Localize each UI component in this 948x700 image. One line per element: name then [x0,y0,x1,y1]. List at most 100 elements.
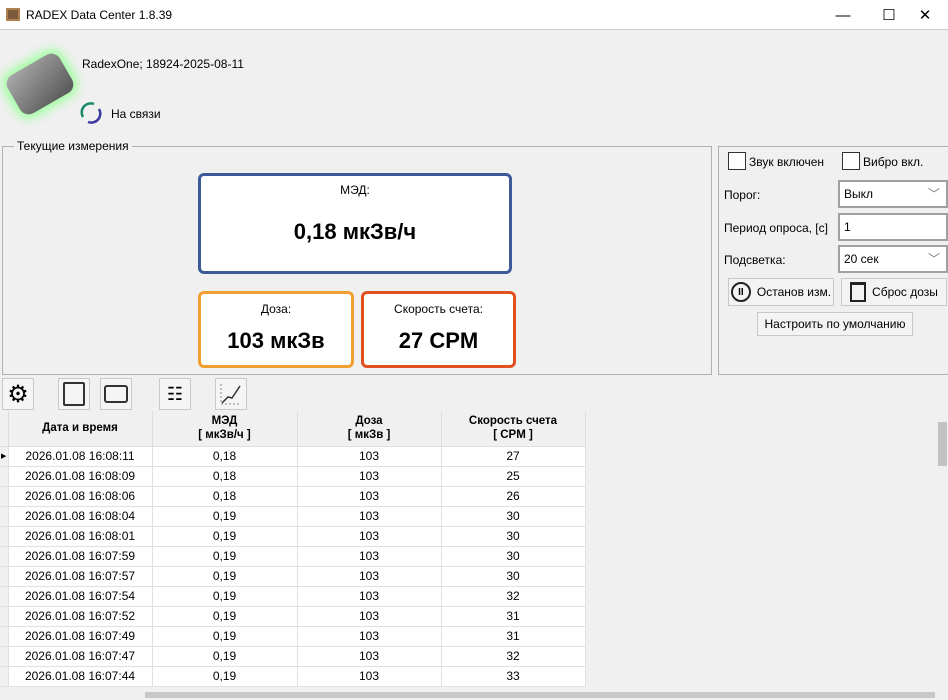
table-cell: 103 [297,566,442,587]
close-button[interactable]: ✕ [902,0,948,30]
measurements-table: Дата и время МЭД[ мкЗв/ч ] Доза[ мкЗв ] … [0,411,586,687]
pause-icon: II [730,282,751,302]
default-label: Настроить по умолчанию [764,317,906,331]
table-cell: 32 [441,586,586,607]
sound-checkbox[interactable] [728,152,746,170]
table-cell: 0,19 [152,586,298,607]
title-bar: RADEX Data Center 1.8.39 — ☐ ✕ [0,0,948,30]
stop-measurement-button[interactable]: II Останов изм. [728,278,834,306]
med-box: МЭД: 0,18 мкЗв/ч [198,173,512,274]
row-header[interactable] [0,466,9,487]
table-row[interactable]: 2026.01.08 16:07:57 0,19 103 30 [0,566,586,587]
h-scrollbar-thumb[interactable] [145,692,935,698]
table-cell: 103 [297,586,442,607]
sound-label: Звук включен [749,155,824,169]
table-cell: 2026.01.08 16:07:57 [8,566,153,587]
connection-status: На связи [111,107,161,121]
row-header[interactable] [0,606,9,627]
table-cell: 0,18 [152,446,298,467]
table-row[interactable]: 2026.01.08 16:07:52 0,19 103 31 [0,606,586,627]
rate-value: 27 CPM [398,328,479,353]
period-label: Период опроса, [с] [724,221,828,235]
table-cell: 103 [297,606,442,627]
table-row[interactable]: ▶ 2026.01.08 16:08:11 0,18 103 27 [0,446,586,467]
reset-dose-button[interactable]: Сброс дозы [841,278,947,306]
chart-icon [220,384,241,405]
period-value: 1 [844,220,851,234]
sliders-icon: ☷ [166,383,184,404]
table-cell: 30 [441,506,586,527]
table-cell: 30 [441,546,586,567]
save-button[interactable] [58,378,90,410]
table-cell: 0,18 [152,486,298,507]
table-cell: 2026.01.08 16:08:09 [8,466,153,487]
scrollbar-thumb[interactable] [938,422,947,466]
row-header[interactable] [0,506,9,527]
table-cell: 0,19 [152,626,298,647]
default-settings-button[interactable]: Настроить по умолчанию [757,312,913,336]
row-header[interactable] [0,626,9,647]
table-row[interactable]: 2026.01.08 16:07:44 0,19 103 33 [0,666,586,687]
device-image [3,49,77,119]
table-cell: 0,19 [152,606,298,627]
backlight-value: 20 сек [844,252,879,266]
vibro-label: Вибро вкл. [863,155,924,169]
save-icon [63,382,85,406]
backlight-select[interactable]: 20 сек ﹀ [838,245,948,273]
row-header[interactable] [0,586,9,607]
group-label: Текущие измерения [14,139,132,153]
table-row[interactable]: 2026.01.08 16:08:06 0,18 103 26 [0,486,586,507]
dose-label: Доза: [260,302,292,316]
reset-label: Сброс дозы [872,285,938,299]
table-cell: 0,19 [152,666,298,687]
row-header[interactable] [0,486,9,507]
minimize-button[interactable]: — [820,0,866,30]
table-row[interactable]: 2026.01.08 16:07:49 0,19 103 31 [0,626,586,647]
table-cell: 30 [441,566,586,587]
window-title: RADEX Data Center 1.8.39 [26,8,173,22]
chart-button[interactable] [215,378,247,410]
row-header[interactable] [0,666,9,687]
device-name: RadexOne; 18924-2025-08-11 [82,57,244,71]
row-header[interactable] [0,566,9,587]
col-header-dose[interactable]: Доза[ мкЗв ] [297,411,442,447]
med-label: МЭД: [340,183,370,197]
table-cell: 103 [297,446,442,467]
table-cell: 0,19 [152,646,298,667]
table-row[interactable]: 2026.01.08 16:08:04 0,19 103 30 [0,506,586,527]
table-cell: 103 [297,486,442,507]
row-header[interactable] [0,646,9,667]
table-cell: 103 [297,546,442,567]
folder-icon [104,385,128,403]
table-cell: 2026.01.08 16:08:11 [8,446,153,467]
vertical-scrollbar[interactable] [937,410,948,690]
table-cell: 33 [441,666,586,687]
table-cell: 31 [441,626,586,647]
gear-icon: ⚙ [7,380,29,408]
open-folder-button[interactable] [100,378,132,410]
threshold-label: Порог: [724,188,761,202]
row-header[interactable]: ▶ [0,446,9,467]
period-input[interactable]: 1 [838,213,948,241]
table-row[interactable]: 2026.01.08 16:07:59 0,19 103 30 [0,546,586,567]
vibro-checkbox[interactable] [842,152,860,170]
horizontal-scrollbar[interactable] [0,690,948,700]
table-row[interactable]: 2026.01.08 16:07:47 0,19 103 32 [0,646,586,667]
threshold-select[interactable]: Выкл ﹀ [838,180,948,208]
chevron-down-icon: ﹀ [927,187,940,201]
table-row[interactable]: 2026.01.08 16:07:54 0,19 103 32 [0,586,586,607]
settings-gear-button[interactable]: ⚙ [2,378,34,410]
col-header-med[interactable]: МЭД[ мкЗв/ч ] [152,411,298,447]
table-cell: 32 [441,646,586,667]
rate-box: Скорость счета: 27 CPM [361,291,516,368]
filter-settings-button[interactable]: ☷ [159,378,191,410]
table-cell: 2026.01.08 16:08:01 [8,526,153,547]
table-cell: 2026.01.08 16:07:47 [8,646,153,667]
row-header[interactable] [0,526,9,547]
table-cell: 2026.01.08 16:07:44 [8,666,153,687]
col-header-rate[interactable]: Скорость счета[ CPM ] [441,411,586,447]
table-row[interactable]: 2026.01.08 16:08:09 0,18 103 25 [0,466,586,487]
col-header-datetime[interactable]: Дата и время [8,411,153,447]
table-row[interactable]: 2026.01.08 16:08:01 0,19 103 30 [0,526,586,547]
row-header[interactable] [0,546,9,567]
